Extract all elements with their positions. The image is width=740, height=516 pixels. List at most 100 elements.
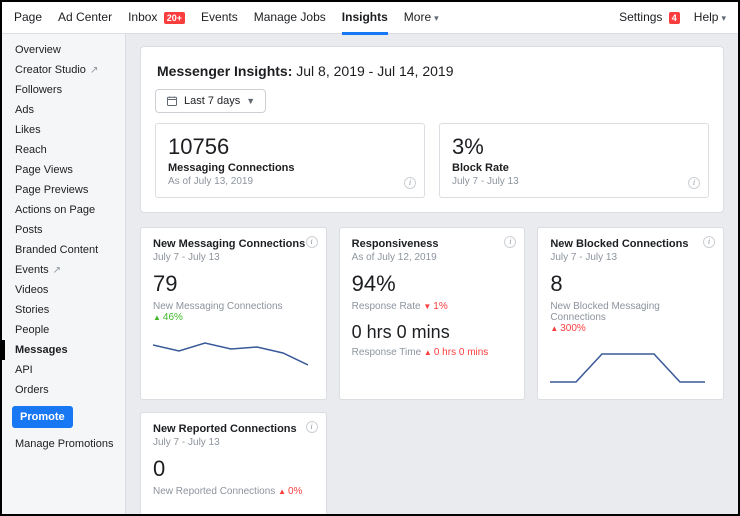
card-value: 0 (153, 456, 314, 482)
sidebar: Overview Creator Studio ↗ Followers Ads Likes… (2, 34, 126, 514)
settings-badge: 4 (669, 12, 680, 24)
response-rate-value: 94% (352, 271, 513, 297)
sidebar-item-messages[interactable]: Messages (2, 340, 125, 360)
card-title: Responsiveness (352, 238, 513, 250)
card-caption: New Messaging Connections 46% (153, 301, 314, 323)
sidebar-item-orders[interactable]: Orders (2, 380, 125, 400)
nav-page[interactable]: Page (14, 10, 42, 26)
external-icon: ↗ (53, 265, 61, 276)
stat-block-sub: July 7 - July 13 (452, 176, 696, 187)
nav-right: Settings 4 Help (619, 10, 726, 26)
info-icon[interactable]: i (306, 236, 318, 248)
nav-more[interactable]: More (404, 10, 439, 26)
card-grid-2: i New Reported Connections July 7 - July… (140, 412, 724, 514)
nav-insights[interactable]: Insights (342, 10, 388, 26)
sidebar-item-people[interactable]: People (2, 320, 125, 340)
sidebar-item-label: Orders (15, 384, 49, 396)
date-range-label: Last 7 days (184, 95, 240, 107)
delta-up: 46% (153, 312, 183, 323)
sidebar-item-api[interactable]: API (2, 360, 125, 380)
nav-help[interactable]: Help (694, 10, 726, 26)
sidebar-item-events[interactable]: Events ↗ (2, 260, 125, 280)
card-sub: July 7 - July 13 (550, 252, 711, 263)
sidebar-item-label: API (15, 364, 33, 376)
response-rate-caption: Response Rate 1% (352, 301, 513, 312)
calendar-icon (166, 95, 178, 107)
card-new-connections: i New Messaging Connections July 7 - Jul… (140, 227, 327, 400)
nav-settings[interactable]: Settings 4 (619, 10, 680, 26)
stat-block-label: Block Rate (452, 162, 696, 174)
app-frame: Page Ad Center Inbox 20+ Events Manage J… (0, 0, 740, 516)
card-value: 8 (550, 271, 711, 297)
card-grid: i New Messaging Connections July 7 - Jul… (140, 227, 724, 400)
stat-connections-sub: As of July 13, 2019 (168, 176, 412, 187)
sidebar-item-ads[interactable]: Ads (2, 100, 125, 120)
card-sub: July 7 - July 13 (153, 437, 314, 448)
info-icon[interactable]: i (688, 177, 700, 189)
sidebar-item-likes[interactable]: Likes (2, 120, 125, 140)
sidebar-item-label: People (15, 324, 49, 336)
info-icon[interactable]: i (703, 236, 715, 248)
stat-connections-value: 10756 (168, 134, 412, 160)
sidebar-item-creator-studio[interactable]: Creator Studio ↗ (2, 60, 125, 80)
card-sub: July 7 - July 13 (153, 252, 314, 263)
sidebar-item-label: Stories (15, 304, 49, 316)
date-range-selector[interactable]: Last 7 days ▼ (155, 89, 266, 113)
nav-inbox[interactable]: Inbox 20+ (128, 10, 185, 26)
info-icon[interactable]: i (404, 177, 416, 189)
nav-manage-jobs[interactable]: Manage Jobs (254, 10, 326, 26)
title-prefix: Messenger Insights: (157, 63, 292, 79)
response-time-value: 0 hrs 0 mins (352, 322, 513, 343)
header-card: Messenger Insights: Jul 8, 2019 - Jul 14… (140, 46, 724, 213)
sidebar-item-videos[interactable]: Videos (2, 280, 125, 300)
card-title: New Messaging Connections (153, 238, 314, 250)
nav-ad-center[interactable]: Ad Center (58, 10, 112, 26)
delta-up-red: 0% (278, 486, 302, 497)
card-value: 79 (153, 271, 314, 297)
main: Messenger Insights: Jul 8, 2019 - Jul 14… (126, 34, 738, 514)
body: Overview Creator Studio ↗ Followers Ads Likes… (2, 34, 738, 514)
sidebar-item-overview[interactable]: Overview (2, 40, 125, 60)
sidebar-item-branded-content[interactable]: Branded Content (2, 240, 125, 260)
sidebar-manage-promotions[interactable]: Manage Promotions (2, 434, 125, 454)
nav-events[interactable]: Events (201, 10, 238, 26)
card-title: New Blocked Connections (550, 238, 711, 250)
stat-connections-label: Messaging Connections (168, 162, 412, 174)
sidebar-item-label: Posts (15, 224, 43, 236)
sidebar-item-stories[interactable]: Stories (2, 300, 125, 320)
sidebar-item-label: Videos (15, 284, 48, 296)
sidebar-item-posts[interactable]: Posts (2, 220, 125, 240)
sidebar-item-label: Events (15, 264, 49, 276)
nav-settings-label: Settings (619, 10, 662, 24)
sidebar-item-page-views[interactable]: Page Views (2, 160, 125, 180)
sparkline (550, 344, 705, 384)
card-responsiveness: i Responsiveness As of July 12, 2019 94%… (339, 227, 526, 400)
sidebar-item-label: Page Views (15, 164, 73, 176)
response-time-caption: Response Time 0 hrs 0 mins (352, 347, 513, 358)
sidebar-item-actions-on-page[interactable]: Actions on Page (2, 200, 125, 220)
sidebar-item-label: Actions on Page (15, 204, 95, 216)
sidebar-item-page-previews[interactable]: Page Previews (2, 180, 125, 200)
sidebar-item-label: Reach (15, 144, 47, 156)
sidebar-item-label: Creator Studio (15, 64, 86, 76)
promote-button[interactable]: Promote (12, 406, 73, 428)
sidebar-item-reach[interactable]: Reach (2, 140, 125, 160)
delta-up-red: 0 hrs 0 mins (424, 347, 488, 358)
chevron-down-icon: ▼ (246, 96, 255, 106)
inbox-badge: 20+ (164, 12, 185, 24)
info-icon[interactable]: i (504, 236, 516, 248)
card-reported: i New Reported Connections July 7 - July… (140, 412, 327, 514)
sidebar-item-label: Overview (15, 44, 61, 56)
sidebar-item-label: Messages (15, 344, 68, 356)
info-icon[interactable]: i (306, 421, 318, 433)
sidebar-item-followers[interactable]: Followers (2, 80, 125, 100)
card-caption: New Reported Connections 0% (153, 486, 314, 497)
sidebar-item-label: Followers (15, 84, 62, 96)
sidebar-item-label: Likes (15, 124, 41, 136)
stat-block-value: 3% (452, 134, 696, 160)
delta-up-red: 300% (550, 323, 586, 334)
card-sub: As of July 12, 2019 (352, 252, 513, 263)
external-icon: ↗ (90, 65, 98, 76)
sparkline (153, 333, 308, 373)
top-nav: Page Ad Center Inbox 20+ Events Manage J… (2, 2, 738, 34)
